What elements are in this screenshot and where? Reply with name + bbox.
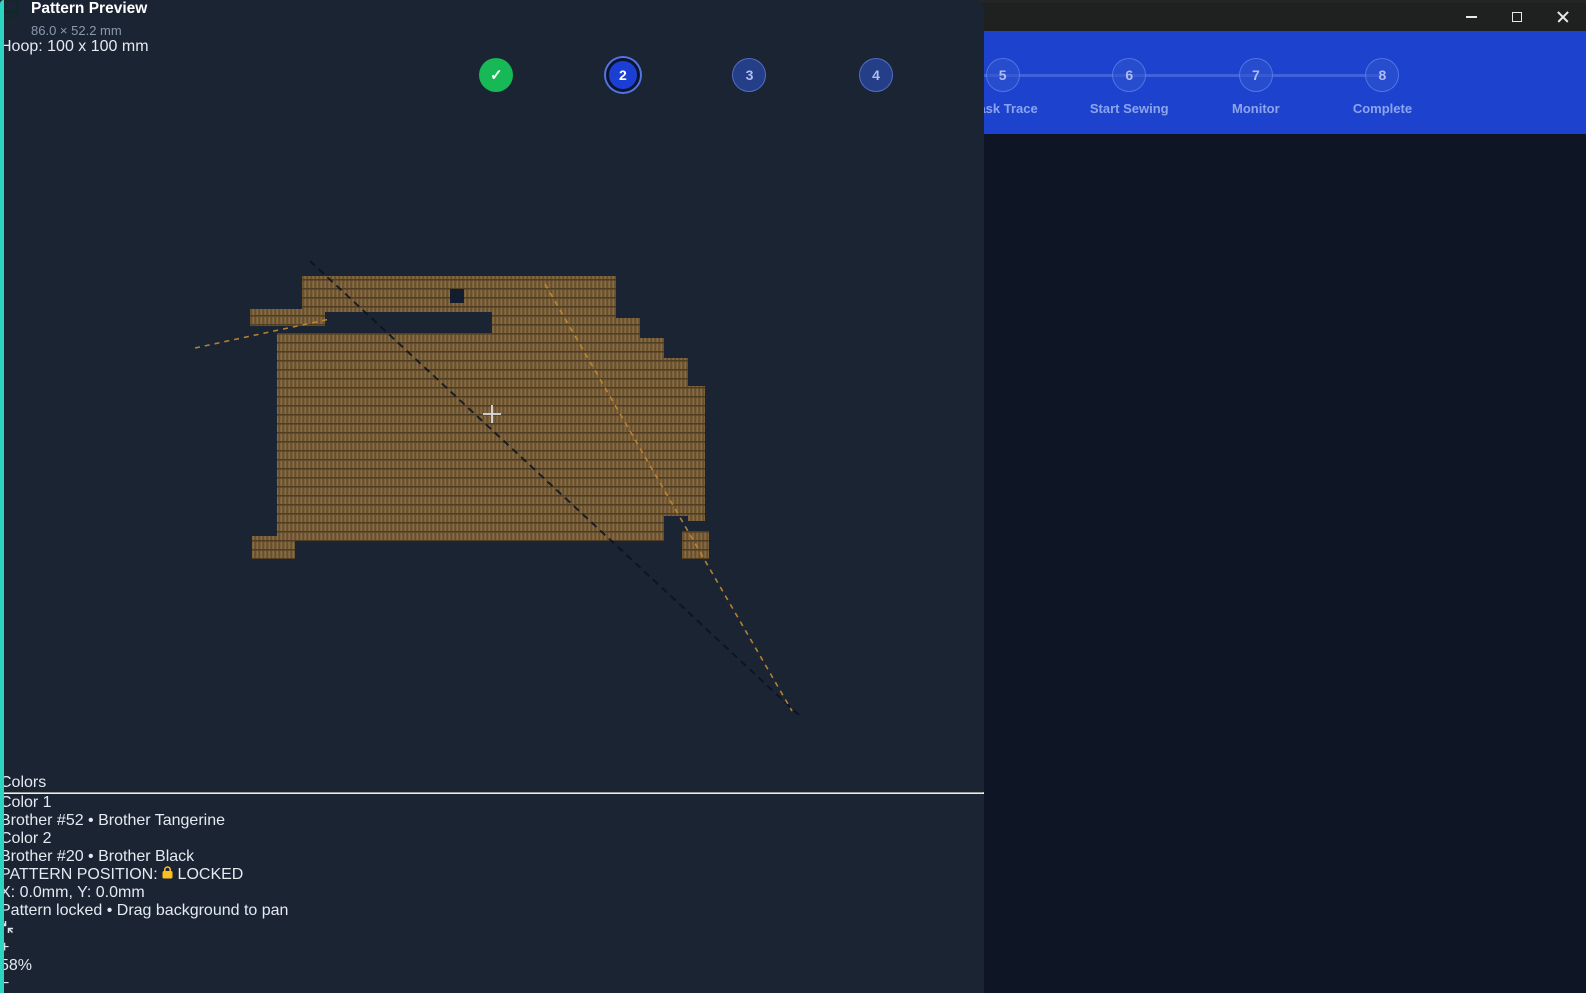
step-mask-trace-circle[interactable]: 5 <box>986 58 1020 92</box>
fit-view-button[interactable] <box>0 920 984 939</box>
step-start-sewing: 6 Start Sewing <box>1066 58 1193 128</box>
pattern-coordinates: X: 0.0mm, Y: 0.0mm <box>0 884 984 902</box>
maximize-button[interactable] <box>1494 3 1540 31</box>
zoom-in-button[interactable]: + <box>0 939 984 957</box>
legend-title: Colors <box>0 774 984 792</box>
zoom-controls: + 58% − <box>0 920 984 993</box>
pattern-position-overlay: PATTERN POSITION: LOCKED X: 0.0mm, Y: 0.… <box>0 866 984 920</box>
embroidery-pattern <box>0 56 984 769</box>
close-button[interactable] <box>1540 3 1586 31</box>
step-start-sewing-circle[interactable]: 6 <box>1112 58 1146 92</box>
pattern-dimensions: 86.0 × 52.2 mm <box>31 23 147 38</box>
legend-color-1: Color 1 Brother #52 • Brother Tangerine <box>0 794 984 830</box>
zoom-level: 58% <box>0 957 984 975</box>
preview-canvas[interactable]: Hoop: 100 x 100 mm <box>0 38 984 993</box>
hoop-boundary: Hoop: 100 x 100 mm <box>0 38 984 56</box>
lock-icon <box>162 866 173 879</box>
pattern-position-label: PATTERN POSITION: <box>0 866 158 883</box>
fit-view-icon <box>0 920 14 934</box>
step-complete: 8 Complete <box>1319 58 1446 128</box>
step-upload-circle[interactable]: 4 <box>859 58 893 92</box>
lock-state: LOCKED <box>178 866 244 883</box>
step-home-machine-circle[interactable]: 2 <box>606 58 640 92</box>
image-icon <box>0 0 18 23</box>
legend-color-2: Color 2 Brother #20 • Brother Black <box>0 830 984 866</box>
minimize-icon <box>1466 16 1477 18</box>
step-complete-circle[interactable]: 8 <box>1365 58 1399 92</box>
colors-legend: Colors Color 1 Brother #52 • Brother Tan… <box>0 774 984 866</box>
zoom-out-button[interactable]: − <box>0 975 984 993</box>
pattern-lock-hint: Pattern locked • Drag background to pan <box>0 902 984 920</box>
close-icon <box>1557 11 1569 23</box>
minimize-button[interactable] <box>1448 3 1494 31</box>
app-window: Respira v0.0.0 Respira •K4P502956 × Disc… <box>0 0 1586 993</box>
maximize-icon <box>1512 12 1522 22</box>
pattern-preview-card: Pattern Preview 86.0 × 52.2 mm Hoop: 100… <box>0 0 984 993</box>
pattern-preview-title: Pattern Preview <box>31 0 147 18</box>
step-monitor-circle[interactable]: 7 <box>1239 58 1273 92</box>
step-monitor: 7 Monitor <box>1193 58 1320 128</box>
hoop-label: Hoop: 100 x 100 mm <box>0 38 149 55</box>
